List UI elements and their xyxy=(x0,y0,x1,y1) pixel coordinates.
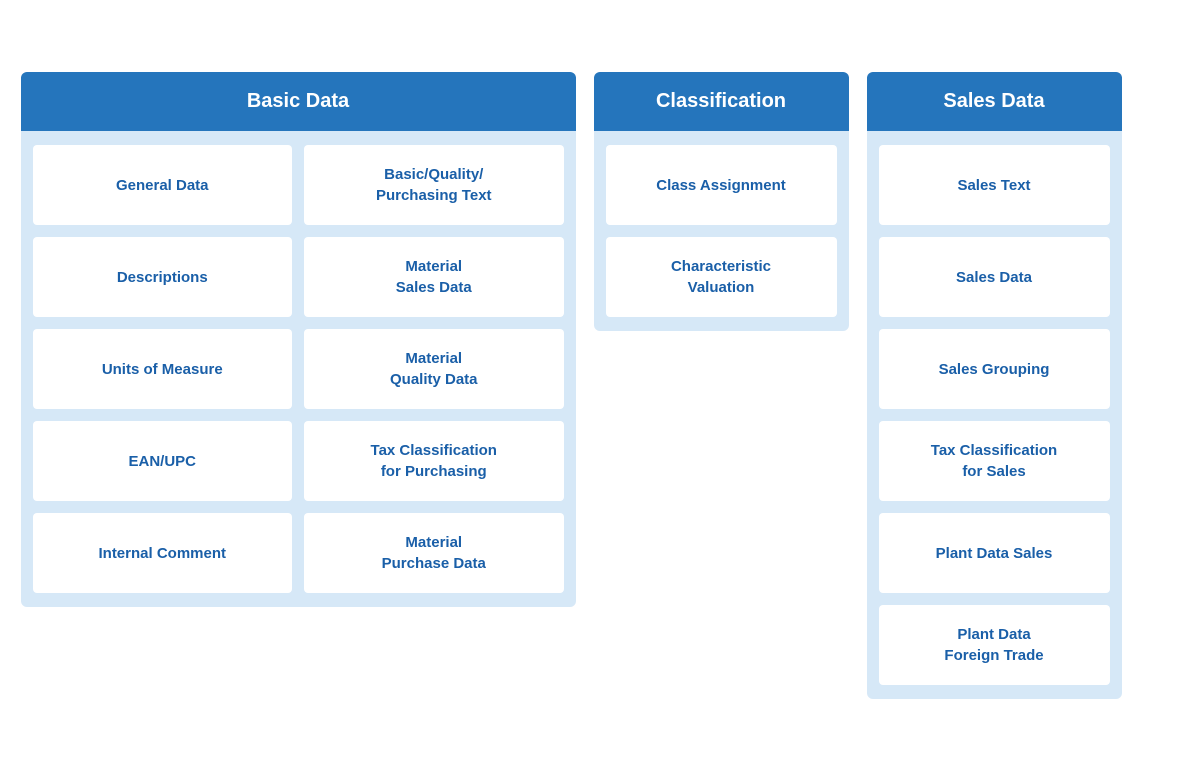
card-ean-upc[interactable]: EAN/UPC xyxy=(33,421,293,501)
card-sales-text[interactable]: Sales Text xyxy=(879,145,1110,225)
card-plant-data-sales[interactable]: Plant Data Sales xyxy=(879,513,1110,593)
card-tax-classification-purchasing-label: Tax Classificationfor Purchasing xyxy=(371,440,497,482)
card-sales-text-label: Sales Text xyxy=(957,175,1030,196)
classification-column: Classification Class Assignment Characte… xyxy=(594,72,849,331)
sales-data-header: Sales Data xyxy=(867,72,1122,131)
card-characteristic-valuation-label: CharacteristicValuation xyxy=(671,256,771,298)
card-sales-grouping[interactable]: Sales Grouping xyxy=(879,329,1110,409)
card-material-purchase-data-label: MaterialPurchase Data xyxy=(382,532,486,574)
basic-data-header: Basic Data xyxy=(21,72,576,131)
card-plant-data-foreign-trade-label: Plant DataForeign Trade xyxy=(944,624,1043,666)
basic-data-body: General Data Basic/Quality/Purchasing Te… xyxy=(21,131,576,607)
card-sales-data-label: Sales Data xyxy=(956,267,1032,288)
card-general-data[interactable]: General Data xyxy=(33,145,293,225)
card-material-quality-data-label: MaterialQuality Data xyxy=(390,348,478,390)
card-units-of-measure-label: Units of Measure xyxy=(102,359,223,380)
sales-data-body: Sales Text Sales Data Sales Grouping Tax… xyxy=(867,131,1122,699)
card-sales-grouping-label: Sales Grouping xyxy=(939,359,1050,380)
card-plant-data-foreign-trade[interactable]: Plant DataForeign Trade xyxy=(879,605,1110,685)
basic-data-column: Basic Data General Data Basic/Quality/Pu… xyxy=(21,72,576,607)
card-characteristic-valuation[interactable]: CharacteristicValuation xyxy=(606,237,837,317)
card-internal-comment-label: Internal Comment xyxy=(98,543,226,564)
card-tax-classification-sales[interactable]: Tax Classificationfor Sales xyxy=(879,421,1110,501)
sales-data-column: Sales Data Sales Text Sales Data Sales G… xyxy=(867,72,1122,699)
card-internal-comment[interactable]: Internal Comment xyxy=(33,513,293,593)
card-material-sales-data-label: MaterialSales Data xyxy=(396,256,472,298)
card-material-purchase-data[interactable]: MaterialPurchase Data xyxy=(304,513,564,593)
card-material-quality-data[interactable]: MaterialQuality Data xyxy=(304,329,564,409)
card-descriptions-label: Descriptions xyxy=(117,267,208,288)
card-plant-data-sales-label: Plant Data Sales xyxy=(936,543,1053,564)
card-sales-data[interactable]: Sales Data xyxy=(879,237,1110,317)
card-basic-quality-purchasing-text[interactable]: Basic/Quality/Purchasing Text xyxy=(304,145,564,225)
classification-body: Class Assignment CharacteristicValuation xyxy=(594,131,849,331)
card-units-of-measure[interactable]: Units of Measure xyxy=(33,329,293,409)
classification-header: Classification xyxy=(594,72,849,131)
basic-data-grid: General Data Basic/Quality/Purchasing Te… xyxy=(33,145,564,593)
card-class-assignment-label: Class Assignment xyxy=(656,175,786,196)
card-class-assignment[interactable]: Class Assignment xyxy=(606,145,837,225)
card-material-sales-data[interactable]: MaterialSales Data xyxy=(304,237,564,317)
card-tax-classification-sales-label: Tax Classificationfor Sales xyxy=(931,440,1057,482)
page-container: Basic Data General Data Basic/Quality/Pu… xyxy=(21,72,1181,699)
card-basic-quality-purchasing-text-label: Basic/Quality/Purchasing Text xyxy=(376,164,492,206)
card-descriptions[interactable]: Descriptions xyxy=(33,237,293,317)
card-tax-classification-purchasing[interactable]: Tax Classificationfor Purchasing xyxy=(304,421,564,501)
card-ean-upc-label: EAN/UPC xyxy=(128,451,196,472)
card-general-data-label: General Data xyxy=(116,175,209,196)
